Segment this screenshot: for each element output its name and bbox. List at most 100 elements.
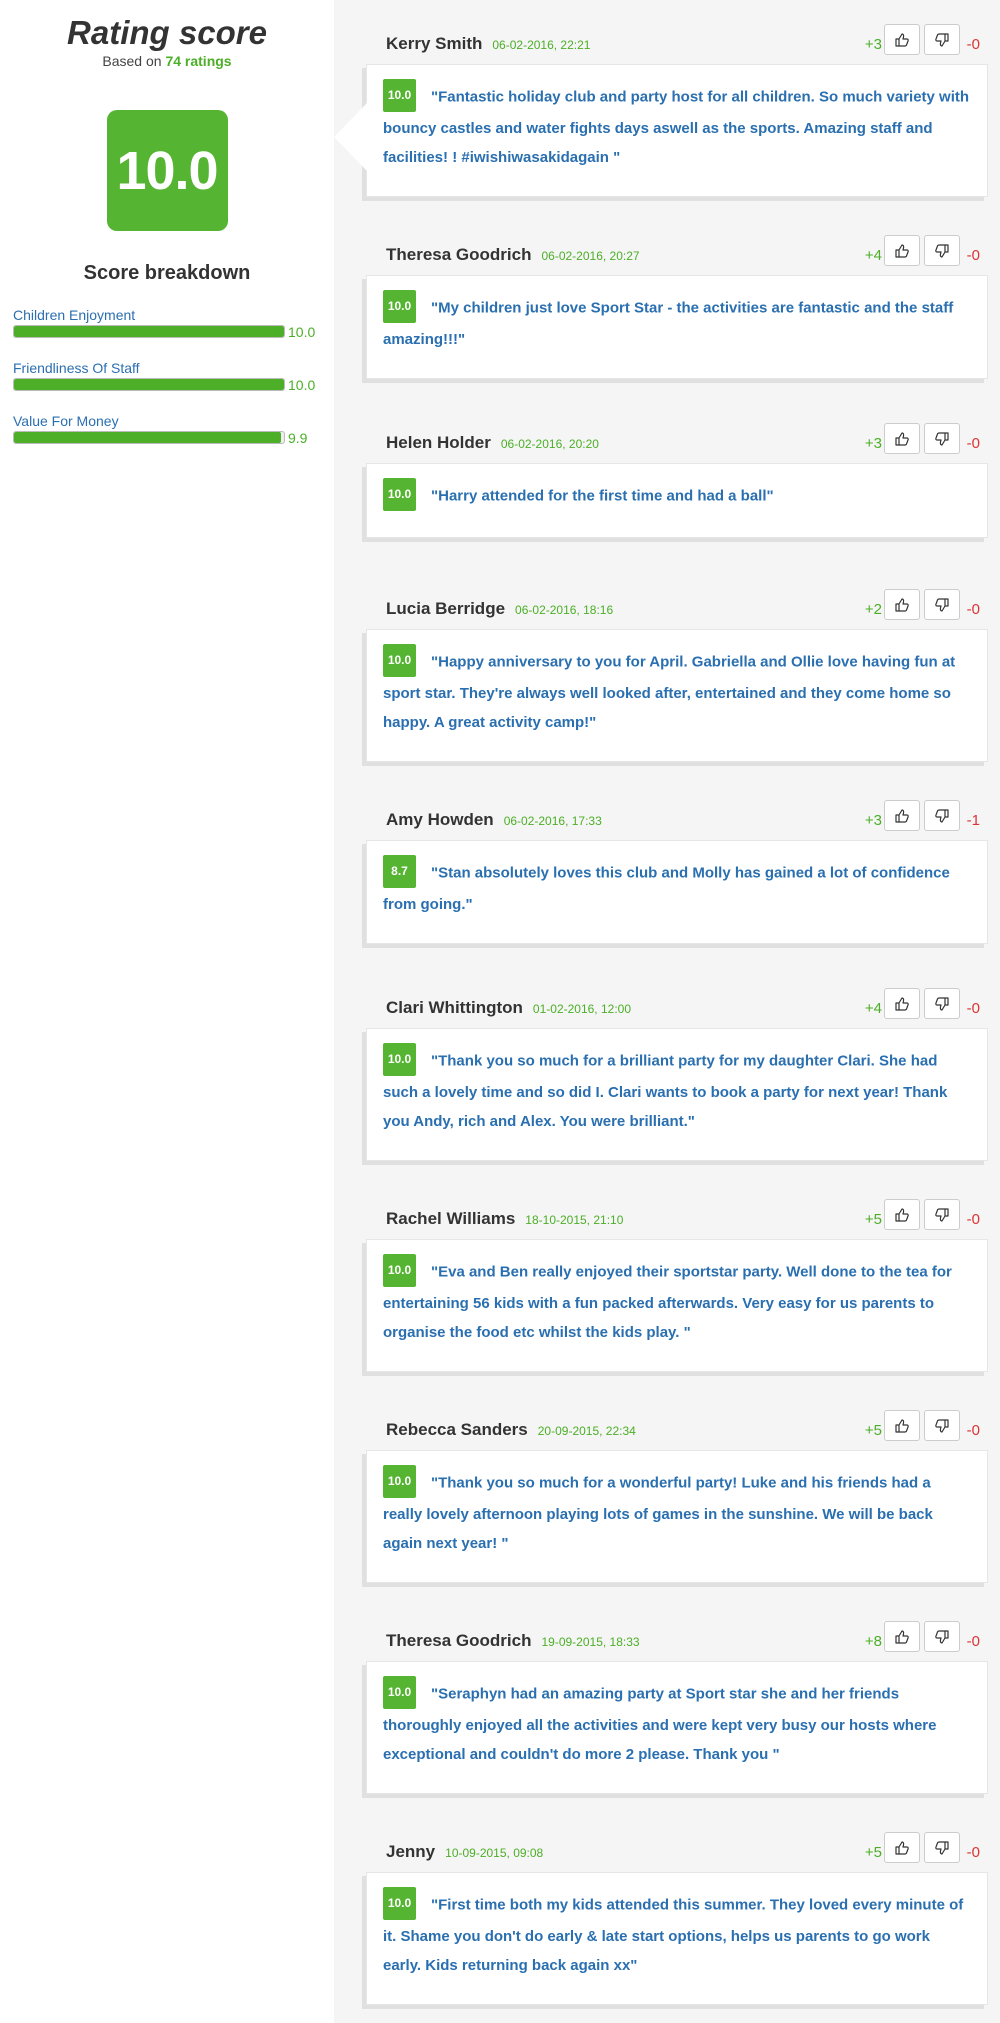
review-item: Rachel Williams 18-10-2015, 21:10 +5 -0 1…	[366, 1199, 992, 1372]
reviewer-name: Theresa Goodrich 06-02-2016, 20:27	[386, 245, 640, 265]
review-card: 10.0 "My children just love Sport Star - …	[366, 275, 988, 379]
downvote-button[interactable]	[924, 800, 960, 831]
review-score-badge: 10.0	[383, 79, 416, 112]
upvote-count: +4	[864, 1000, 882, 1017]
review-card: 10.0 "Thank you so much for a brilliant p…	[366, 1028, 988, 1161]
reviewer-name-text: Lucia Berridge	[386, 599, 506, 618]
review-item: Theresa Goodrich 06-02-2016, 20:27 +4 -0 …	[366, 235, 992, 379]
review-header: Theresa Goodrich 19-09-2015, 18:33 +8 -0	[366, 1621, 992, 1661]
upvote-count: +3	[864, 36, 882, 53]
review-quote: "Happy anniversary to you for April. Gab…	[383, 653, 956, 731]
review-score-badge: 10.0	[383, 1887, 416, 1920]
downvote-count: -0	[966, 1844, 980, 1861]
review-date: 06-02-2016, 20:20	[500, 437, 599, 451]
thumbs-down-icon	[935, 243, 949, 258]
upvote-count: +5	[864, 1422, 882, 1439]
upvote-count: +8	[864, 1633, 882, 1650]
downvote-button[interactable]	[924, 988, 960, 1019]
breakdown-bar	[13, 431, 285, 444]
downvote-count: -0	[966, 435, 980, 452]
rating-title: Rating score	[67, 14, 267, 51]
review-header: Rebecca Sanders 20-09-2015, 22:34 +5 -0	[366, 1410, 992, 1450]
breakdown-item-children-enjoyment: Children Enjoyment 10.0	[13, 307, 323, 360]
reviewer-name-text: Kerry Smith	[386, 34, 483, 53]
review-text: 10.0 "Fantastic holiday club and party ho…	[383, 79, 971, 172]
downvote-count: -0	[966, 1211, 980, 1228]
reviewer-name-text: Clari Whittington	[386, 998, 523, 1017]
downvote-button[interactable]	[924, 1621, 960, 1652]
review-text: 10.0 "Seraphyn had an amazing party at Sp…	[383, 1676, 971, 1769]
downvote-button[interactable]	[924, 1199, 960, 1230]
review-score-badge: 10.0	[383, 644, 416, 677]
reviewer-name-text: Jenny	[386, 1842, 436, 1861]
breakdown-value: 10.0	[288, 377, 316, 393]
upvote-count: +3	[864, 812, 882, 829]
downvote-button[interactable]	[924, 1410, 960, 1441]
upvote-button[interactable]	[884, 235, 920, 266]
review-item: Jenny 10-09-2015, 09:08 +5 -0 10.0 "First …	[366, 1832, 992, 2005]
breakdown-label: Children Enjoyment	[13, 307, 136, 323]
downvote-button[interactable]	[924, 24, 960, 55]
review-quote: "First time both my kids attended this s…	[383, 1896, 964, 1974]
review-date: 06-02-2016, 22:21	[492, 38, 591, 52]
breakdown-item-value-for-money: Value For Money 9.9	[13, 413, 323, 466]
thumbs-up-icon	[895, 1207, 909, 1222]
reviewer-name-text: Rebecca Sanders	[386, 1420, 528, 1439]
downvote-button[interactable]	[924, 1832, 960, 1863]
thumbs-down-icon	[935, 808, 949, 823]
review-text: 10.0 "Harry attended for the first time a…	[383, 478, 971, 513]
review-item: Kerry Smith 06-02-2016, 22:21 +3 -0 10.0 "…	[334, 24, 992, 197]
review-item: Rebecca Sanders 20-09-2015, 22:34 +5 -0 1…	[366, 1410, 992, 1583]
thumbs-down-icon	[935, 996, 949, 1011]
downvote-button[interactable]	[924, 235, 960, 266]
review-date: 19-09-2015, 18:33	[541, 1635, 640, 1649]
review-card: 10.0 "Harry attended for the first time a…	[366, 463, 988, 538]
upvote-button[interactable]	[884, 1832, 920, 1863]
thumbs-up-icon	[895, 431, 909, 446]
overall-score-badge: 10.0	[106, 110, 228, 231]
review-quote: "Stan absolutely loves this club and Mol…	[383, 864, 950, 913]
review-quote: "Seraphyn had an amazing party at Sport …	[383, 1685, 937, 1763]
review-date: 20-09-2015, 22:34	[537, 1424, 636, 1438]
review-quote: "Eva and Ben really enjoyed their sports…	[383, 1263, 952, 1341]
reviewer-name-text: Theresa Goodrich	[386, 245, 532, 264]
reviewer-name: Theresa Goodrich 19-09-2015, 18:33	[386, 1631, 640, 1651]
review-score-badge: 10.0	[383, 1676, 416, 1709]
upvote-button[interactable]	[884, 1410, 920, 1441]
thumbs-up-icon	[895, 1840, 909, 1855]
upvote-button[interactable]	[884, 423, 920, 454]
review-quote: "Thank you so much for a wonderful party…	[383, 1474, 933, 1552]
reviewer-name: Helen Holder 06-02-2016, 20:20	[386, 433, 599, 453]
upvote-button[interactable]	[884, 24, 920, 55]
downvote-button[interactable]	[924, 589, 960, 620]
upvote-button[interactable]	[884, 988, 920, 1019]
score-breakdown: Children Enjoyment 10.0 Friendliness Of …	[0, 307, 334, 466]
upvote-button[interactable]	[884, 1199, 920, 1230]
upvote-count: +2	[864, 601, 882, 618]
reviewer-name: Amy Howden 06-02-2016, 17:33	[386, 810, 602, 830]
review-text: 8.7 "Stan absolutely loves this club and …	[383, 855, 971, 919]
breakdown-bar	[13, 325, 285, 338]
upvote-count: +5	[864, 1211, 882, 1228]
upvote-button[interactable]	[884, 800, 920, 831]
reviewer-name: Kerry Smith 06-02-2016, 22:21	[386, 34, 590, 54]
breakdown-label: Value For Money	[13, 413, 119, 429]
upvote-button[interactable]	[884, 589, 920, 620]
reviews-list: Kerry Smith 06-02-2016, 22:21 +3 -0 10.0 "…	[334, 0, 1000, 2023]
thumbs-down-icon	[935, 32, 949, 47]
review-header: Lucia Berridge 06-02-2016, 18:16 +2 -0	[366, 589, 992, 629]
downvote-button[interactable]	[924, 423, 960, 454]
review-quote: "Harry attended for the first time and h…	[431, 487, 774, 505]
downvote-count: -0	[966, 247, 980, 264]
review-date: 10-09-2015, 09:08	[445, 1846, 544, 1860]
downvote-count: -1	[966, 812, 980, 829]
review-header: Rachel Williams 18-10-2015, 21:10 +5 -0	[366, 1199, 992, 1239]
thumbs-down-icon	[935, 1207, 949, 1222]
review-score-badge: 8.7	[383, 855, 416, 888]
reviewer-name: Clari Whittington 01-02-2016, 12:00	[386, 998, 631, 1018]
review-quote: "Thank you so much for a brilliant party…	[383, 1052, 948, 1130]
upvote-button[interactable]	[884, 1621, 920, 1652]
reviewer-name-text: Amy Howden	[386, 810, 494, 829]
review-text: 10.0 "Thank you so much for a brilliant p…	[383, 1043, 971, 1136]
breakdown-bar-fill	[14, 326, 284, 337]
